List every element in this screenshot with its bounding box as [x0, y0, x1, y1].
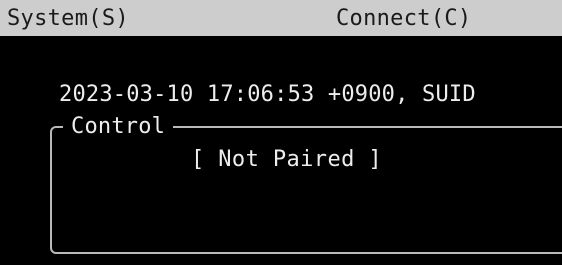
- status-timestamp: 2023-03-10 17:06:53 +0900, SUID: [59, 82, 476, 107]
- pair-status: [ Not Paired ]: [191, 147, 383, 172]
- control-panel-title: Control: [63, 113, 174, 141]
- menu-connect[interactable]: Connect(C): [336, 4, 471, 34]
- menu-bar: System(S) Connect(C): [0, 0, 562, 36]
- menu-system[interactable]: System(S): [7, 4, 129, 34]
